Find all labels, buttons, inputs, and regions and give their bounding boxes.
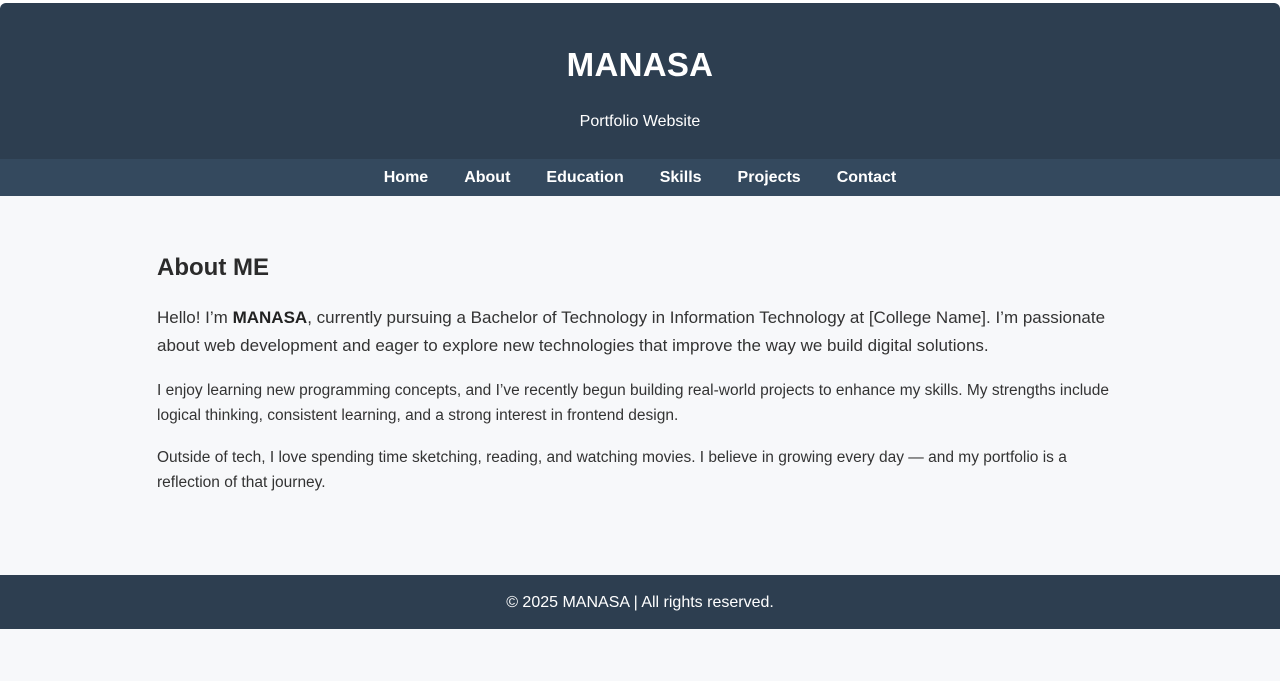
nav-link-home[interactable]: Home xyxy=(366,159,446,196)
site-title: MANASA xyxy=(566,46,714,83)
nav-link-education[interactable]: Education xyxy=(528,159,641,196)
nav-link-contact[interactable]: Contact xyxy=(819,159,915,196)
nav-link-projects[interactable]: Projects xyxy=(720,159,819,196)
about-paragraph: I enjoy learning new programming concept… xyxy=(157,382,1110,424)
intro-text-start: Hello! I’m xyxy=(157,308,233,327)
section-heading: About ME xyxy=(157,254,269,281)
main-nav: Home About Education Skills Projects Con… xyxy=(0,159,1280,196)
site-subtitle: Portfolio Website xyxy=(579,113,701,130)
site-footer: © 2025 MANASA | All rights reserved. xyxy=(0,575,1280,629)
about-section: About ME Hello! I’m MANASA, currently pu… xyxy=(0,196,1280,575)
nav-link-about[interactable]: About xyxy=(446,159,528,196)
about-paragraph: Outside of tech, I love spending time sk… xyxy=(157,449,1067,491)
intro-paragraph: Hello! I’m MANASA, currently pursuing a … xyxy=(157,304,1123,360)
page-frame: MANASA Portfolio Website Home About Educ… xyxy=(0,3,1280,681)
copyright-text: © 2025 MANASA | All rights reserved. xyxy=(506,594,774,611)
intro-name: MANASA xyxy=(232,308,308,327)
nav-link-skills[interactable]: Skills xyxy=(642,159,720,196)
site-header: MANASA Portfolio Website xyxy=(0,3,1280,159)
